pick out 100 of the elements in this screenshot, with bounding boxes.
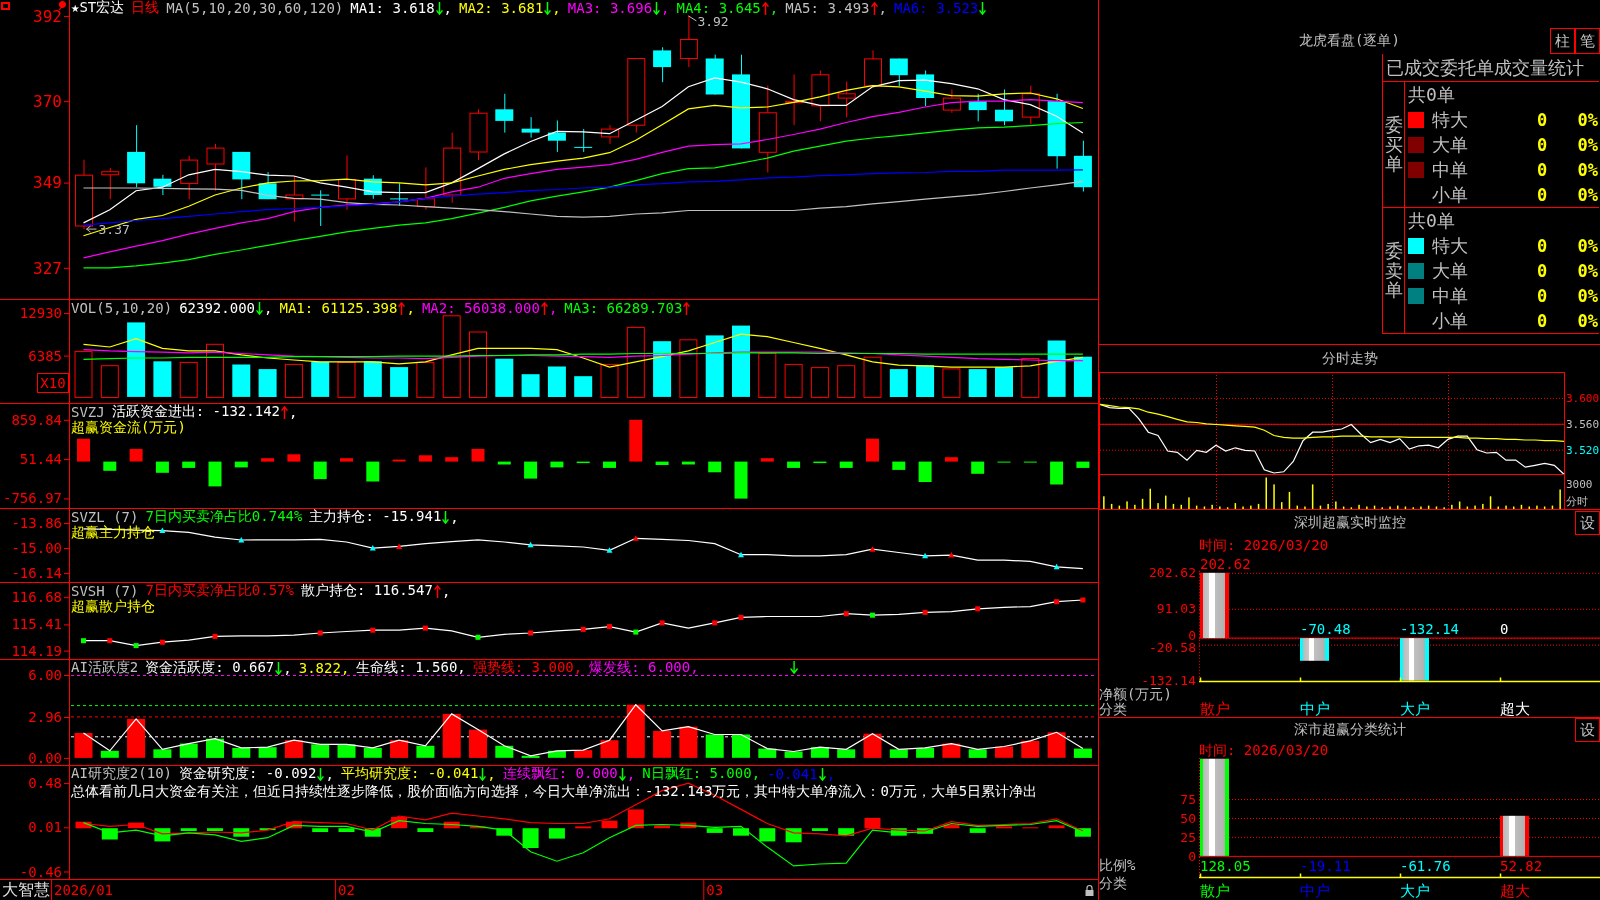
- legend-separator: ,: [487, 766, 496, 782]
- axis-label: 3.520: [1566, 444, 1600, 458]
- side-label: 委买单: [1384, 114, 1403, 175]
- order-total: 共0单: [1408, 210, 1455, 231]
- axis-label: -13.86: [11, 515, 62, 532]
- legend-text: 62392.000: [179, 300, 255, 316]
- legend-text: MA3: 3.696: [567, 0, 653, 16]
- axis-label: 327: [33, 258, 62, 278]
- legend-text: MA6: 3.523: [894, 0, 979, 16]
- axis-label: 0.00: [28, 749, 62, 766]
- price-annotation: 3.92: [697, 13, 729, 29]
- legend-text: MA(5,10,20,30,60,120): [166, 0, 344, 16]
- order-percent: 0%: [1576, 260, 1599, 281]
- legend-text: 超赢散户持仓: [71, 597, 155, 616]
- axis-label: -16.14: [11, 565, 62, 582]
- date-label: 02: [338, 882, 355, 898]
- order-type: 中单: [1432, 157, 1469, 182]
- order-percent: 0%: [1576, 134, 1599, 155]
- legend-separator: ,: [878, 0, 887, 16]
- legend-separator: ,: [264, 300, 273, 316]
- legend-text: MA2: 3.681: [459, 0, 544, 16]
- legend-text: MA1: 3.618: [350, 0, 435, 16]
- legend-separator: ,: [552, 0, 561, 16]
- legend-text: 连续飘红: 0.000: [502, 765, 618, 783]
- axis-label: -0.46: [19, 863, 62, 880]
- order-count: 0: [1537, 184, 1549, 205]
- legend-text: MA2: 56038.000: [421, 300, 540, 316]
- legend-text: SVSH (7): [71, 583, 139, 599]
- axis-label: 91.03: [1156, 601, 1196, 617]
- section-title: 分时走势: [1321, 350, 1378, 366]
- axis-label: 3.600: [1566, 392, 1600, 406]
- legend-text: 主力持仓: -15.941: [309, 508, 442, 526]
- category-label: 中户: [1300, 700, 1330, 717]
- section-title: 深圳超赢实时监控: [1293, 514, 1406, 532]
- legend-separator: ,: [443, 0, 453, 16]
- legend-separator: ,: [283, 660, 292, 676]
- legend-text: MA5: 3.493: [785, 0, 870, 16]
- axis-label: 12930: [19, 305, 62, 322]
- axis-label: 349: [33, 173, 62, 193]
- legend-separator: ,: [769, 0, 779, 16]
- order-type: 小单: [1432, 308, 1469, 333]
- legend-text: 日线: [131, 0, 160, 17]
- axis-label: 3.560: [1566, 418, 1600, 432]
- legend-text: ★ST宏达: [71, 0, 125, 17]
- timestamp-label: 时间: 2026/03/20: [1199, 742, 1329, 758]
- order-type: 中单: [1432, 283, 1469, 308]
- legend-text: 平均研究度: -0.041: [340, 765, 479, 783]
- legend-text: VOL(5,10,20): [71, 300, 173, 316]
- brand-label: 大智慧: [2, 880, 50, 899]
- value-label: -132.14: [1400, 621, 1459, 638]
- scale-label: 3000: [1566, 477, 1593, 491]
- panel-title: 龙虎看盘(逐单): [1299, 32, 1400, 50]
- legend-text: 活跃资金进出: -132.142: [111, 403, 280, 420]
- legend-text: 生命线: 1.560,: [356, 659, 466, 677]
- order-count: 0: [1537, 235, 1549, 256]
- date-label: 2026/01: [54, 882, 113, 898]
- legend-text: AI研究度2(10): [71, 765, 172, 783]
- legend-text: SVZL (7): [71, 509, 139, 525]
- side-label: 委卖单: [1384, 240, 1403, 301]
- category-label: 散户: [1200, 700, 1230, 717]
- order-type: 大单: [1432, 132, 1469, 157]
- axis-label: 115.41: [11, 616, 62, 633]
- order-count: 0: [1537, 310, 1549, 331]
- legend-separator: ,: [406, 300, 415, 316]
- legend-text: MA3: 66289.703: [564, 300, 683, 316]
- axis-label: 392: [33, 6, 62, 26]
- timestamp-label: 时间: 2026/03/20: [1199, 537, 1329, 553]
- axis-label: -756.97: [3, 490, 62, 507]
- axis-label: -15.00: [11, 540, 62, 557]
- legend-text: 爆发线: 6.000,: [589, 659, 699, 677]
- legend-text: SVZJ: [71, 404, 105, 420]
- order-count: 0: [1537, 159, 1549, 180]
- axis-label: 202.62: [1149, 565, 1196, 581]
- legend-text: 资金活跃度: 0.667: [145, 659, 275, 677]
- legend-separator: ,: [626, 766, 636, 782]
- unit-label: X10: [40, 375, 66, 392]
- order-percent: 0%: [1576, 184, 1599, 205]
- legend-text: -0.041: [767, 766, 818, 782]
- order-percent: 0%: [1576, 285, 1599, 306]
- axis-label: -132.14: [1141, 673, 1196, 689]
- axis-label: 859.84: [11, 411, 62, 428]
- axis-label: 0.01: [28, 819, 62, 836]
- order-type: 大单: [1432, 258, 1469, 283]
- order-count: 0: [1537, 109, 1549, 130]
- axis-label: 116.68: [11, 589, 62, 606]
- legend-separator: ,: [325, 766, 334, 782]
- legend-separator: ,: [450, 509, 459, 525]
- axis-label: 6385: [28, 347, 62, 364]
- legend-text: 资金研究度: -0.092: [179, 765, 317, 783]
- legend-separator: ,: [548, 300, 558, 316]
- axis-label: 0.48: [28, 775, 62, 792]
- order-percent: 0%: [1576, 310, 1599, 331]
- legend-text: N日飘红: 5.000,: [642, 765, 761, 783]
- order-percent: 0%: [1576, 235, 1599, 256]
- axis-label: 370: [33, 91, 62, 111]
- legend-text: 强势线: 3.000,: [472, 659, 583, 677]
- table-title: 已成交委托单成交量统计: [1383, 54, 1599, 82]
- axis-title: 分类: [1099, 701, 1127, 717]
- legend-text: MA4: 3.645: [676, 0, 761, 16]
- axis-title: 分时: [1566, 494, 1588, 508]
